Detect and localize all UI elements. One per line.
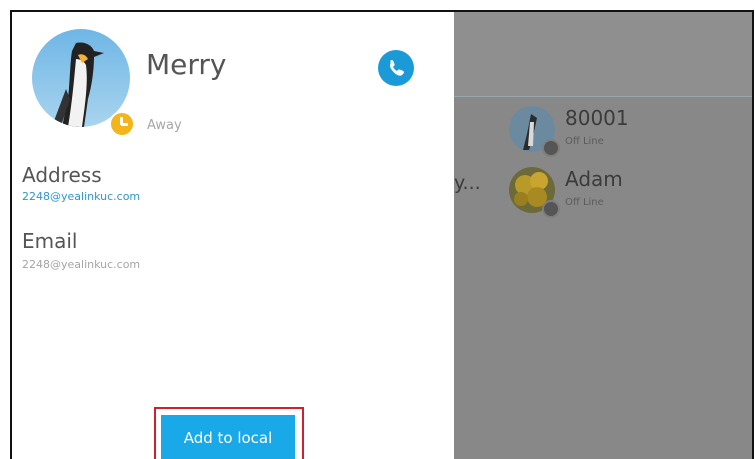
add-to-local-button[interactable]: Add to local — [161, 415, 295, 459]
away-status-icon — [109, 111, 135, 137]
offline-status-icon — [542, 200, 560, 218]
phone-icon — [389, 59, 404, 76]
offline-status-icon — [542, 139, 560, 157]
list-item[interactable]: Adam Off Line — [509, 167, 709, 223]
background-header — [454, 12, 752, 97]
app-window: y... 80001 Off Line Adam Off Line Merry … — [10, 10, 754, 459]
background-truncated-text: y... — [454, 172, 481, 194]
address-label: Address — [22, 163, 102, 187]
call-button[interactable] — [378, 50, 414, 86]
background-contact-list: y... 80001 Off Line Adam Off Line — [454, 12, 752, 459]
contact-status: Off Line — [565, 136, 604, 147]
contact-status: Off Line — [565, 197, 604, 208]
address-value[interactable]: 2248@yealinkuc.com — [22, 190, 140, 203]
presence-status: Away — [147, 118, 182, 133]
email-label: Email — [22, 229, 78, 253]
list-item[interactable]: 80001 Off Line — [509, 106, 709, 162]
email-value: 2248@yealinkuc.com — [22, 258, 141, 271]
contact-detail-panel: Merry Away Address 2248@yealinkuc.com Em… — [12, 12, 454, 459]
contact-name: 80001 — [565, 106, 629, 130]
contact-name: Merry — [146, 48, 227, 81]
contact-name: Adam — [565, 167, 623, 191]
